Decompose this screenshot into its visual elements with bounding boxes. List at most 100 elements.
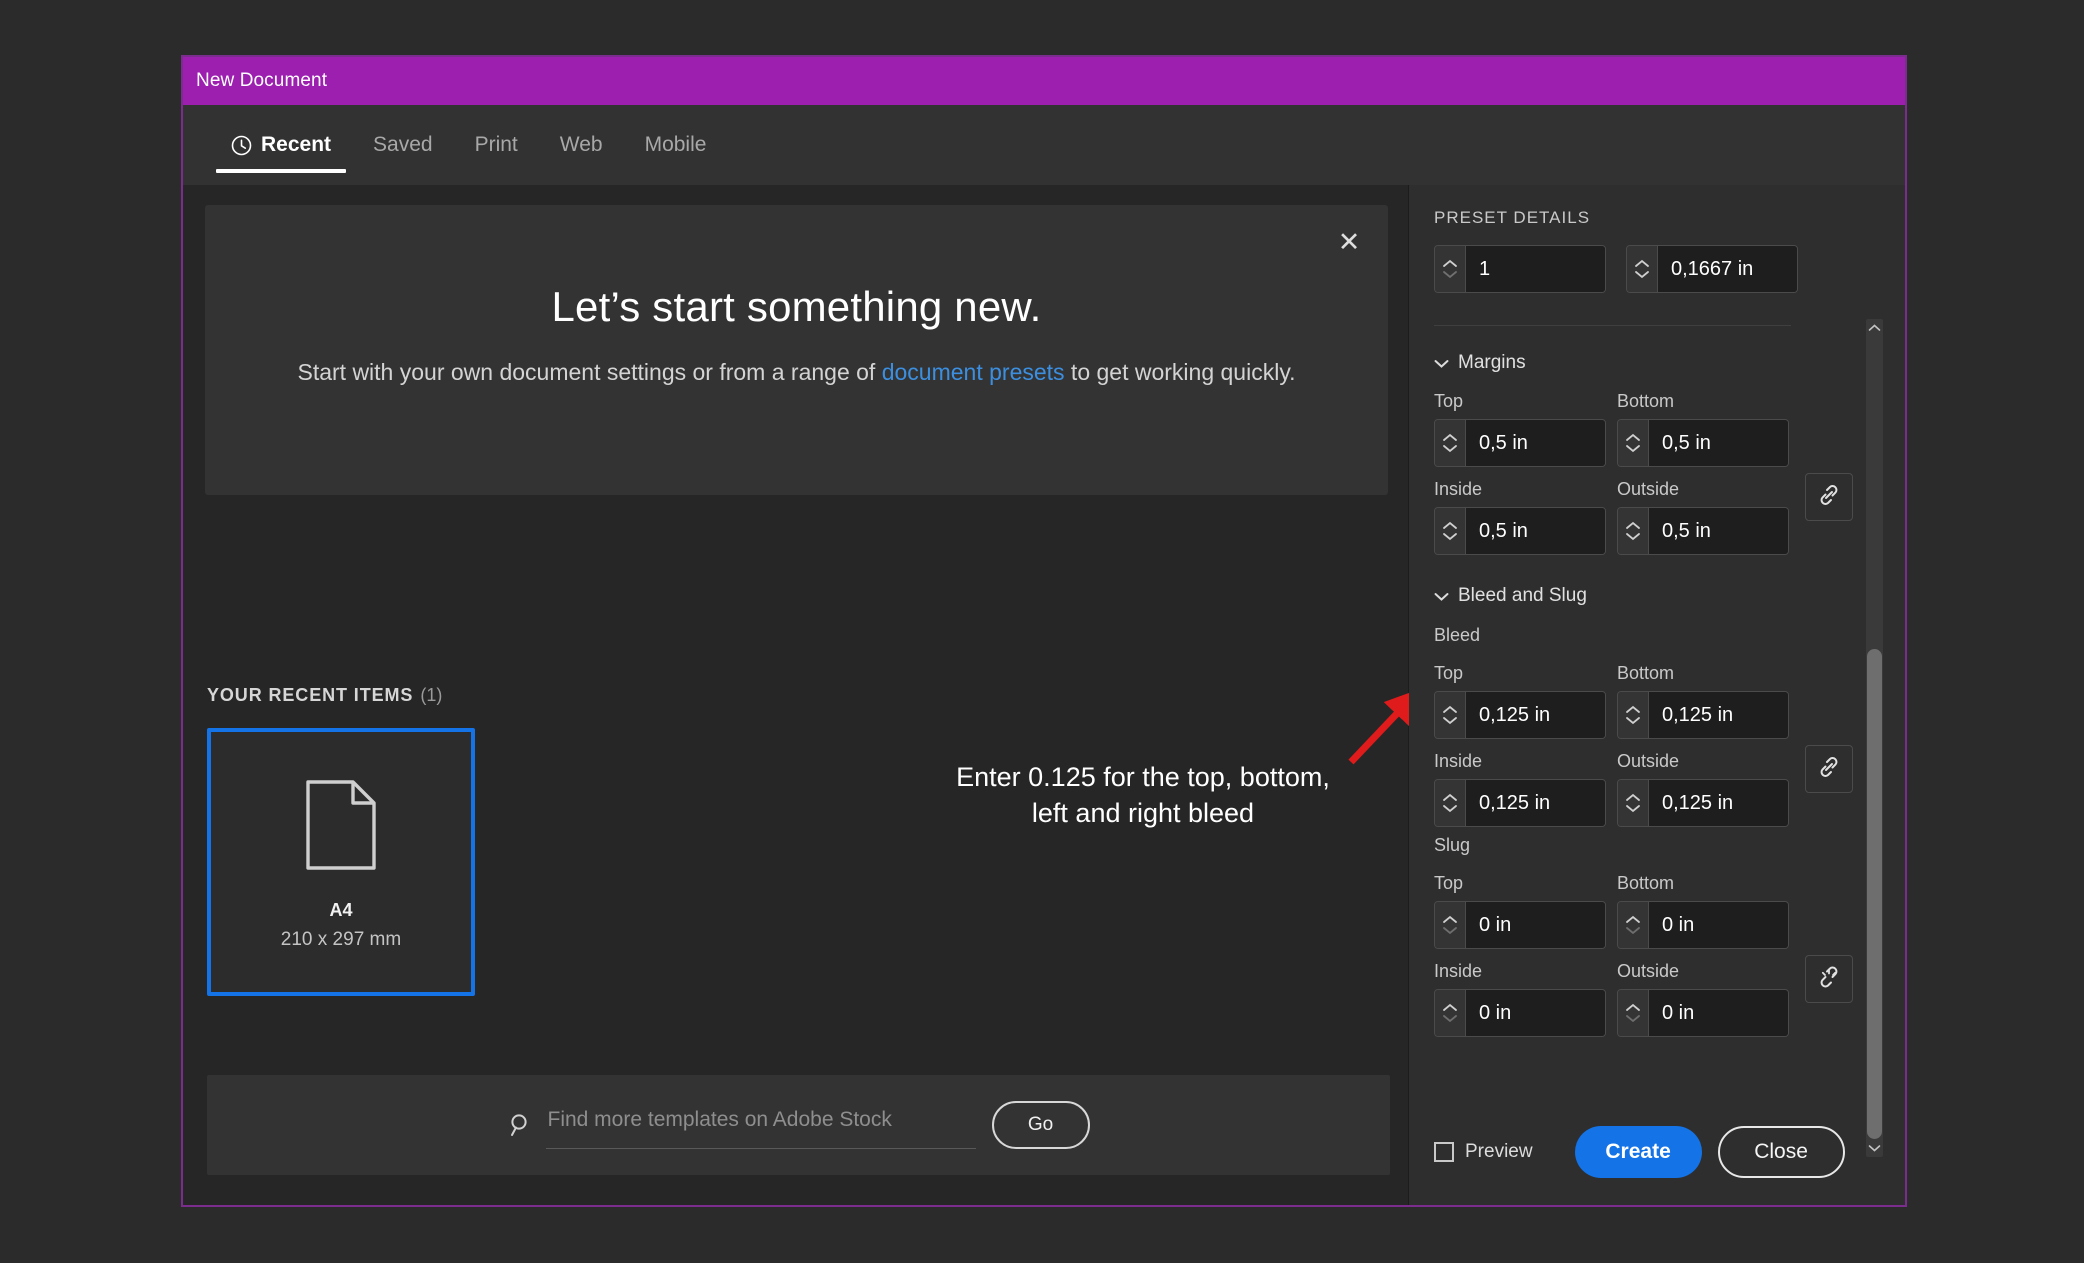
tab-label-saved: Saved — [373, 133, 433, 156]
scrollbar-thumb[interactable] — [1867, 649, 1882, 1139]
panel-scrollbar[interactable] — [1866, 319, 1883, 1157]
bleed-bottom-value[interactable]: 0,125 in — [1648, 692, 1788, 738]
close-button[interactable]: Close — [1717, 1126, 1845, 1178]
bleed-top-value[interactable]: 0,125 in — [1465, 692, 1605, 738]
chevron-down-icon — [1434, 585, 1449, 607]
recent-item-name: A4 — [329, 900, 353, 920]
pages-value[interactable]: 1 — [1465, 246, 1605, 292]
column-gutter-stepper-arrows[interactable] — [1627, 246, 1657, 292]
tab-mobile[interactable]: Mobile — [624, 105, 728, 185]
margins-bottom-stepper[interactable]: 0,5 in — [1617, 419, 1789, 467]
recent-items-label: YOUR RECENT ITEMS — [207, 685, 414, 705]
slug-inside-arrows[interactable] — [1435, 990, 1465, 1036]
margins-top-value[interactable]: 0,5 in — [1465, 420, 1605, 466]
margins-outside-stepper[interactable]: 0,5 in — [1617, 507, 1789, 555]
slug-inside-value[interactable]: 0 in — [1465, 990, 1605, 1036]
margins-bottom-value[interactable]: 0,5 in — [1648, 420, 1788, 466]
slug-outside-stepper[interactable]: 0 in — [1617, 989, 1789, 1037]
margins-outside-value[interactable]: 0,5 in — [1648, 508, 1788, 554]
slug-outside-arrows[interactable] — [1618, 990, 1648, 1036]
slug-outside-label: Outside — [1617, 961, 1680, 981]
margins-outside-arrows[interactable] — [1618, 508, 1648, 554]
slug-top-arrows[interactable] — [1435, 902, 1465, 948]
bleed-bottom-stepper[interactable]: 0,125 in — [1617, 691, 1789, 739]
promo-body-part1: Start with your own document settings or… — [297, 359, 882, 385]
margins-bottom-label: Bottom — [1617, 391, 1675, 411]
promo-banner: ✕ Let’s start something new. Start with … — [205, 205, 1388, 495]
bleed-link-button[interactable] — [1805, 745, 1853, 793]
bleed-inside-label: Inside — [1434, 751, 1483, 771]
pages-stepper[interactable]: 1 — [1434, 245, 1606, 293]
bleed-top-stepper[interactable]: 0,125 in — [1434, 691, 1606, 739]
search-icon — [508, 1112, 534, 1138]
pages-stepper-arrows[interactable] — [1435, 246, 1465, 292]
bleed-bottom-arrows[interactable] — [1618, 692, 1648, 738]
margins-outside-label: Outside — [1617, 479, 1680, 499]
slug-inside-stepper[interactable]: 0 in — [1434, 989, 1606, 1037]
slug-bottom-label: Bottom — [1617, 873, 1675, 893]
preset-top-row: 1 0,1667 in — [1434, 245, 1798, 293]
bleed-outside-value[interactable]: 0,125 in — [1648, 780, 1788, 826]
tab-label-mobile: Mobile — [644, 133, 707, 156]
bleed-outside-label: Outside — [1617, 751, 1680, 771]
margins-inside-arrows[interactable] — [1435, 508, 1465, 554]
margins-section-label: Margins — [1458, 352, 1526, 373]
close-icon[interactable]: ✕ — [1332, 225, 1366, 259]
recent-item-dimensions: 210 x 297 mm — [280, 929, 402, 950]
bleed-top-arrows[interactable] — [1435, 692, 1465, 738]
margins-section-header[interactable]: Margins — [1434, 352, 1526, 374]
tab-bar: Recent Saved Print Web Mobile — [183, 105, 1905, 185]
dialog-title: New Document — [196, 70, 328, 91]
document-icon — [305, 779, 377, 876]
bleed-and-slug-section-header[interactable]: Bleed and Slug — [1434, 585, 1587, 607]
bleed-inside-stepper[interactable]: 0,125 in — [1434, 779, 1606, 827]
column-gutter-stepper[interactable]: 0,1667 in — [1626, 245, 1798, 293]
bleed-outside-stepper[interactable]: 0,125 in — [1617, 779, 1789, 827]
new-document-dialog: New Document Recent Saved Print Web Mobi… — [181, 55, 1907, 1207]
tab-web[interactable]: Web — [539, 105, 624, 185]
tab-print[interactable]: Print — [454, 105, 539, 185]
scroll-up-icon[interactable] — [1866, 320, 1883, 336]
margins-inside-value[interactable]: 0,5 in — [1465, 508, 1605, 554]
margins-inside-stepper[interactable]: 0,5 in — [1434, 507, 1606, 555]
promo-body: Start with your own document settings or… — [205, 357, 1388, 388]
margins-top-stepper[interactable]: 0,5 in — [1434, 419, 1606, 467]
preview-checkbox[interactable] — [1434, 1142, 1454, 1162]
slug-outside-value[interactable]: 0 in — [1648, 990, 1788, 1036]
margins-top-label: Top — [1434, 391, 1464, 411]
margins-top-arrows[interactable] — [1435, 420, 1465, 466]
tab-active-underline — [216, 169, 347, 173]
margins-link-button[interactable] — [1805, 473, 1853, 521]
left-pane: ✕ Let’s start something new. Start with … — [183, 185, 1421, 1205]
preview-label[interactable]: Preview — [1465, 1141, 1533, 1163]
tab-recent[interactable]: Recent — [210, 105, 352, 185]
promo-body-part2: to get working quickly. — [1064, 359, 1296, 385]
tab-saved[interactable]: Saved — [352, 105, 454, 185]
create-button[interactable]: Create — [1574, 1126, 1702, 1178]
annotation-line2: left and right bleed — [1031, 797, 1255, 828]
link-icon — [1816, 482, 1842, 513]
slug-bottom-stepper[interactable]: 0 in — [1617, 901, 1789, 949]
search-input[interactable] — [545, 1101, 976, 1149]
section-divider — [1434, 325, 1791, 326]
bleed-inside-value[interactable]: 0,125 in — [1465, 780, 1605, 826]
recent-item-card-a4[interactable]: A4 210 x 297 mm — [207, 728, 475, 996]
recent-items-heading: YOUR RECENT ITEMS (1) — [207, 685, 442, 706]
slug-link-button[interactable] — [1805, 955, 1853, 1003]
slug-top-value[interactable]: 0 in — [1465, 902, 1605, 948]
tab-label-recent: Recent — [261, 133, 332, 156]
preset-details-title: PRESET DETAILS — [1434, 208, 1591, 227]
bleed-inside-arrows[interactable] — [1435, 780, 1465, 826]
column-gutter-value[interactable]: 0,1667 in — [1657, 246, 1797, 292]
go-button[interactable]: Go — [991, 1101, 1090, 1149]
bleed-and-slug-section-label: Bleed and Slug — [1458, 585, 1587, 606]
broken-link-icon — [1816, 964, 1842, 995]
slug-bottom-arrows[interactable] — [1618, 902, 1648, 948]
margins-inside-label: Inside — [1434, 479, 1483, 499]
annotation-line1: Enter 0.125 for the top, bottom, — [956, 762, 1330, 792]
document-presets-link[interactable]: document presets — [882, 359, 1065, 385]
margins-bottom-arrows[interactable] — [1618, 420, 1648, 466]
slug-bottom-value[interactable]: 0 in — [1648, 902, 1788, 948]
slug-top-stepper[interactable]: 0 in — [1434, 901, 1606, 949]
bleed-outside-arrows[interactable] — [1618, 780, 1648, 826]
